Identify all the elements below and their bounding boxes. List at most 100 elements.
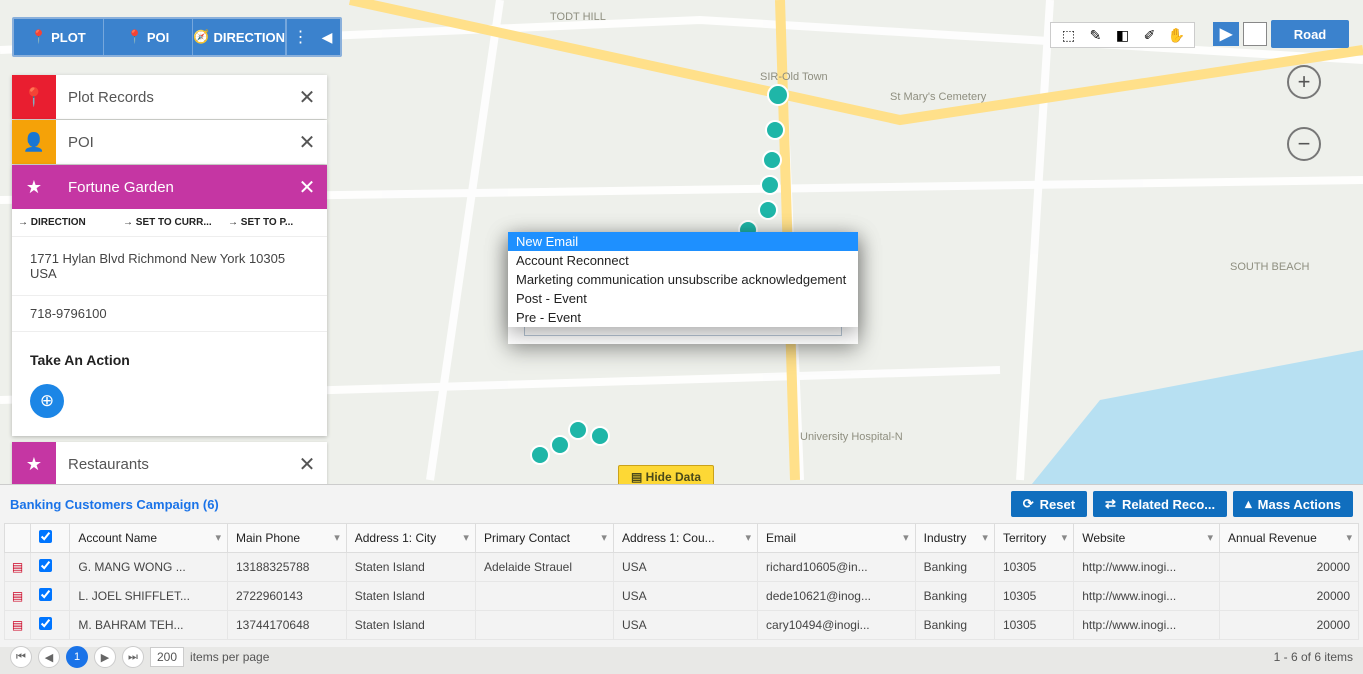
checkbox-col[interactable]: [31, 524, 70, 553]
plot-button[interactable]: 📍PLOT: [14, 19, 104, 55]
campaign-title[interactable]: Banking Customers Campaign (6): [10, 497, 1005, 512]
layer-thumb-icon[interactable]: [1243, 22, 1267, 46]
items-per-page-label: items per page: [190, 650, 269, 664]
star-icon: ★: [12, 442, 56, 486]
row-action-icon[interactable]: ▤: [5, 611, 31, 640]
edit-tool-icon[interactable]: ✐: [1140, 25, 1160, 45]
col-city[interactable]: Address 1: City▾: [346, 524, 475, 553]
template-options: New Email Account Reconnect Marketing co…: [508, 232, 858, 327]
cell-territory: 10305: [994, 553, 1073, 582]
route-icon: 🧭: [193, 29, 209, 45]
svg-text:University Hospital-N: University Hospital-N: [800, 431, 903, 443]
col-main-phone[interactable]: Main Phone▾: [228, 524, 347, 553]
hand-tool-icon[interactable]: ✋: [1167, 25, 1187, 45]
col-country[interactable]: Address 1: Cou...▾: [613, 524, 757, 553]
next-page-button[interactable]: ▶: [94, 646, 116, 668]
close-icon[interactable]: ✕: [287, 452, 327, 477]
table-row[interactable]: ▤G. MANG WONG ...13188325788Staten Islan…: [5, 553, 1359, 582]
cell-country: USA: [613, 582, 757, 611]
filter-icon[interactable]: ▾: [1208, 531, 1214, 544]
row-checkbox[interactable]: [31, 611, 70, 640]
row-checkbox[interactable]: [31, 553, 70, 582]
mass-actions-button[interactable]: ▴Mass Actions: [1233, 491, 1353, 517]
cell-industry: Banking: [915, 553, 994, 582]
table-row[interactable]: ▤M. BAHRAM TEH...13744170648Staten Islan…: [5, 611, 1359, 640]
option-unsubscribe-ack[interactable]: Marketing communication unsubscribe ackn…: [508, 270, 858, 289]
plot-records-title: Plot Records: [56, 89, 287, 106]
close-icon[interactable]: ✕: [287, 130, 327, 155]
last-page-button[interactable]: ⏭: [122, 646, 144, 668]
cell-name: L. JOEL SHIFFLET...: [70, 582, 228, 611]
cell-phone: 2722960143: [228, 582, 347, 611]
pin-icon: 📍: [31, 29, 47, 45]
cell-revenue: 20000: [1220, 582, 1359, 611]
close-icon[interactable]: ✕: [287, 175, 327, 200]
direction-button[interactable]: 🧭DIRECTION: [193, 19, 286, 55]
page-size-select[interactable]: 200: [150, 647, 184, 667]
col-industry[interactable]: Industry▾: [915, 524, 994, 553]
poi-title: POI: [56, 134, 287, 151]
option-account-reconnect[interactable]: Account Reconnect: [508, 251, 858, 270]
cell-revenue: 20000: [1220, 553, 1359, 582]
zoom-out-button[interactable]: −: [1287, 127, 1321, 161]
cell-contact: Adelaide Strauel: [475, 553, 613, 582]
road-layer-button[interactable]: Road: [1271, 20, 1349, 48]
filter-icon[interactable]: ▾: [215, 531, 221, 544]
collapse-toolbar-icon[interactable]: ◀: [314, 19, 340, 55]
filter-icon[interactable]: ▾: [903, 531, 909, 544]
option-pre-event[interactable]: Pre - Event: [508, 308, 858, 327]
place-title: Fortune Garden: [56, 179, 287, 196]
filter-icon[interactable]: ▾: [746, 531, 752, 544]
col-revenue[interactable]: Annual Revenue▾: [1220, 524, 1359, 553]
plot-icon: 📍: [12, 75, 56, 119]
prev-page-button[interactable]: ◀: [38, 646, 60, 668]
col-website[interactable]: Website▾: [1074, 524, 1220, 553]
cell-country: USA: [613, 553, 757, 582]
filter-icon[interactable]: ▾: [982, 531, 988, 544]
cell-territory: 10305: [994, 582, 1073, 611]
direction-action[interactable]: DIRECTION: [12, 209, 117, 236]
place-card: ★ Fortune Garden ✕ DIRECTION SET TO CURR…: [12, 165, 327, 436]
cell-website: http://www.inogi...: [1074, 553, 1220, 582]
tool-arrow-icon[interactable]: ▶: [1213, 22, 1239, 46]
first-page-button[interactable]: ⏮: [10, 646, 32, 668]
row-action-icon[interactable]: ▤: [5, 553, 31, 582]
eraser-tool-icon[interactable]: ◧: [1113, 25, 1133, 45]
plot-records-panel: 📍 Plot Records ✕: [12, 75, 327, 119]
set-current-action[interactable]: SET TO CURR...: [117, 209, 222, 236]
filter-icon[interactable]: ▾: [1346, 531, 1352, 544]
option-new-email[interactable]: New Email: [508, 232, 858, 251]
cell-phone: 13188325788: [228, 553, 347, 582]
col-account-name[interactable]: Account Name▾: [70, 524, 228, 553]
poi-button[interactable]: 📍POI: [104, 19, 194, 55]
option-post-event[interactable]: Post - Event: [508, 289, 858, 308]
zoom-in-button[interactable]: +: [1287, 65, 1321, 99]
reset-button[interactable]: ⟳Reset: [1011, 491, 1087, 517]
pencil-tool-icon[interactable]: ✎: [1086, 25, 1106, 45]
col-contact[interactable]: Primary Contact▾: [475, 524, 613, 553]
svg-text:St Mary's Cemetery: St Mary's Cemetery: [890, 91, 987, 103]
poi-icon: 👤: [12, 120, 56, 164]
page-1[interactable]: 1: [66, 646, 88, 668]
more-menu-icon[interactable]: ⋮: [286, 19, 314, 55]
row-checkbox[interactable]: [31, 582, 70, 611]
svg-text:TODT HILL: TODT HILL: [550, 11, 606, 23]
row-action-col: [5, 524, 31, 553]
filter-icon[interactable]: ▾: [1062, 531, 1068, 544]
related-records-button[interactable]: ⇄Related Reco...: [1093, 491, 1227, 517]
add-action-button[interactable]: ⊕: [30, 384, 64, 418]
table-row[interactable]: ▤L. JOEL SHIFFLET...2722960143Staten Isl…: [5, 582, 1359, 611]
set-point-action[interactable]: SET TO P...: [222, 209, 327, 236]
col-email[interactable]: Email▾: [758, 524, 916, 553]
filter-icon[interactable]: ▾: [463, 531, 469, 544]
row-action-icon[interactable]: ▤: [5, 582, 31, 611]
restaurants-panel: ★ Restaurants ✕: [12, 442, 327, 486]
filter-icon[interactable]: ▾: [334, 531, 340, 544]
cell-industry: Banking: [915, 611, 994, 640]
select-tool-icon[interactable]: ⬚: [1059, 25, 1079, 45]
data-grid-panel: Banking Customers Campaign (6) ⟳Reset ⇄R…: [0, 484, 1363, 647]
star-icon: ★: [12, 165, 56, 209]
col-territory[interactable]: Territory▾: [994, 524, 1073, 553]
filter-icon[interactable]: ▾: [601, 531, 607, 544]
close-icon[interactable]: ✕: [287, 85, 327, 110]
